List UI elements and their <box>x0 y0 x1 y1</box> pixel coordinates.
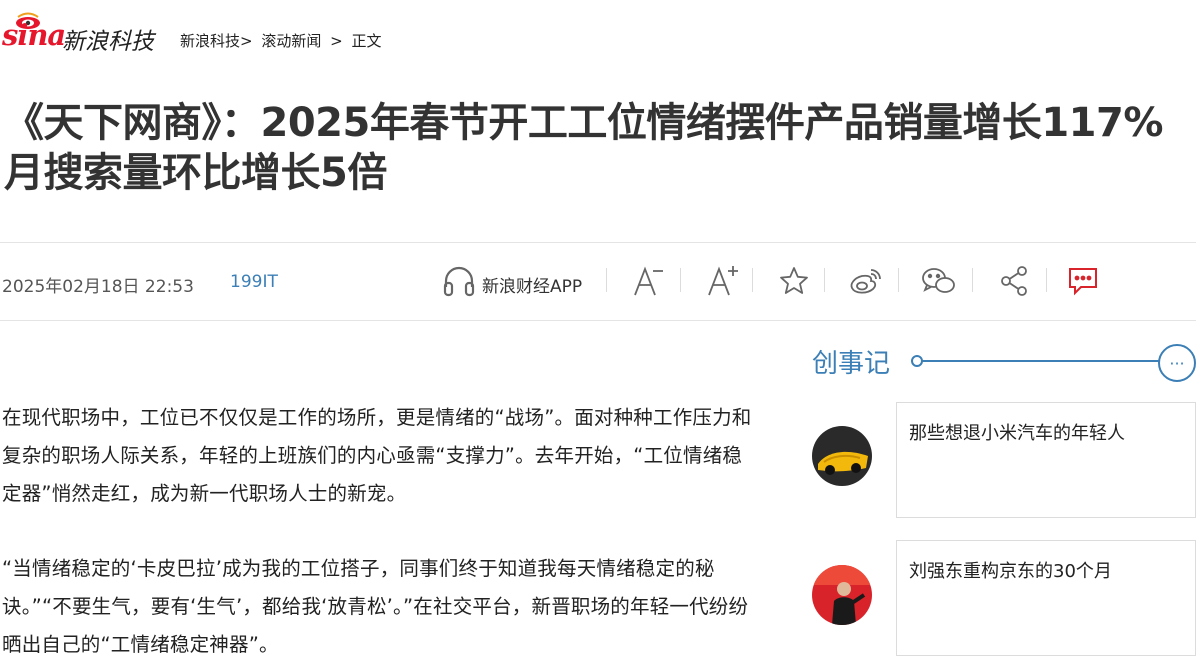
meta-divider-bottom <box>0 320 1196 321</box>
wechat-icon[interactable] <box>918 262 960 300</box>
toolbar-divider <box>898 268 899 292</box>
breadcrumb-current: 正文 <box>351 32 382 50</box>
article-paragraph: 在现代职场中，工位已不仅仅是工作的场所，更是情绪的“战场”。面对种种工作压力和复… <box>2 406 752 505</box>
publish-date: 2025年02月18日 22:53 <box>2 277 194 297</box>
sina-finance-app-link[interactable]: 新浪财经APP <box>482 272 582 297</box>
weibo-icon[interactable] <box>846 262 886 300</box>
breadcrumb: 新浪科技> 滚动新闻 > 正文 <box>180 30 382 51</box>
font-increase-icon[interactable] <box>702 262 742 300</box>
toolbar-divider <box>972 268 973 292</box>
toolbar-divider <box>606 268 607 292</box>
sidebar-title-line <box>918 360 1162 362</box>
sidebar-card[interactable]: 刘强东重构京东的30个月 <box>896 540 1196 656</box>
sidebar-card[interactable]: 那些想退小米汽车的年轻人 <box>896 402 1196 518</box>
logo-word: sina <box>2 18 66 52</box>
sidebar-card-title: 那些想退小米汽车的年轻人 <box>909 423 1125 444</box>
comment-icon[interactable] <box>1064 262 1102 300</box>
toolbar-divider <box>1046 268 1047 292</box>
article-source-link[interactable]: 199IT <box>230 272 278 292</box>
breadcrumb-separator: > <box>330 32 343 50</box>
breadcrumb-home[interactable]: 新浪科技> <box>180 32 253 50</box>
logo-cn-text: 新浪科技 <box>62 29 154 55</box>
share-icon[interactable] <box>994 262 1034 300</box>
toolbar-divider <box>824 268 825 292</box>
sidebar-title[interactable]: 创事记 <box>812 343 890 380</box>
meta-divider-top <box>0 242 1196 243</box>
sidebar-more-button[interactable]: ··· <box>1158 344 1196 382</box>
avatar[interactable] <box>812 565 872 625</box>
article-paragraph: “当情绪稳定的‘卡皮巴拉’成为我的工位搭子，同事们终于知道我每天情绪稳定的秘诀。… <box>2 557 749 656</box>
star-icon[interactable] <box>774 262 814 300</box>
sidebar-card-title: 刘强东重构京东的30个月 <box>909 561 1112 582</box>
breadcrumb-scroll-news[interactable]: 滚动新闻 <box>261 32 321 50</box>
headphones-icon[interactable] <box>440 262 478 300</box>
sidebar-line-dot <box>911 355 923 367</box>
avatar[interactable] <box>812 426 872 486</box>
article-title: 《天下网商》：2025年春节开工工位情绪摆件产品销量增长117% 月搜索量环比增… <box>4 100 1163 196</box>
toolbar-divider <box>752 268 753 292</box>
toolbar-divider <box>680 268 681 292</box>
font-decrease-icon[interactable] <box>628 262 668 300</box>
